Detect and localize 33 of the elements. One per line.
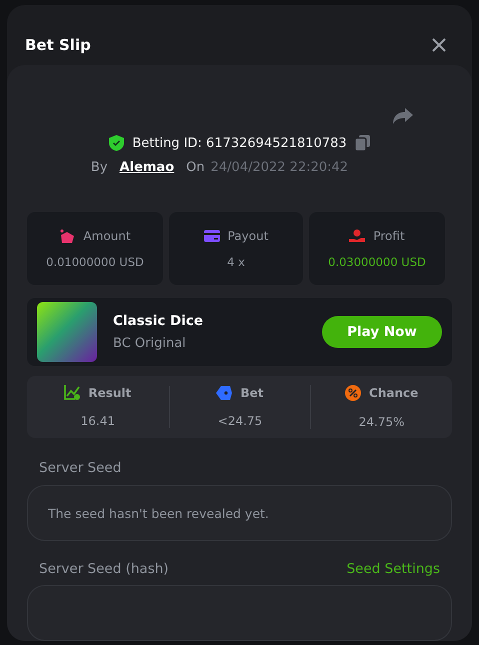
stat-label: Payout: [228, 228, 268, 242]
server-seed-text: The seed hasn't been revealed yet.: [48, 506, 269, 520]
stat-value: 0.01000000 USD: [46, 254, 144, 268]
close-icon[interactable]: [432, 38, 446, 52]
result-label: Result: [88, 386, 132, 400]
result-value: 16.41: [80, 414, 115, 428]
chart-check-icon: [64, 385, 80, 400]
result-value: 24.75%: [358, 414, 405, 429]
dialog-title: Bet Slip: [25, 36, 91, 54]
stat-label: Amount: [83, 228, 131, 242]
tag-icon: [216, 386, 232, 400]
game-thumbnail: [37, 302, 97, 362]
result-label: Bet: [240, 386, 264, 400]
card-icon: [204, 230, 220, 242]
server-seed-label: Server Seed: [39, 460, 122, 476]
result-label: Chance: [369, 386, 418, 400]
stat-value: 0.03000000 USD: [328, 254, 426, 268]
betting-id: Betting ID: 61732694521810783: [132, 136, 347, 150]
seed-settings-link[interactable]: Seed Settings: [346, 561, 440, 577]
shield-icon: [109, 135, 124, 151]
bet-date: 24/04/2022 22:20:42: [210, 160, 348, 175]
by-label: By: [90, 160, 108, 175]
game-provider: BC Original: [113, 336, 187, 351]
game-name: Classic Dice: [113, 312, 204, 329]
user-link[interactable]: Alemao: [120, 160, 174, 175]
on-label: On: [186, 160, 205, 175]
share-icon[interactable]: [392, 107, 414, 125]
stat-value: 4 x: [227, 254, 245, 268]
result-value: <24.75: [218, 414, 262, 428]
percent-icon: [345, 384, 362, 401]
stat-label: Profit: [373, 228, 405, 242]
server-seed-hash-label: Server Seed (hash): [39, 561, 169, 577]
copy-icon[interactable]: [354, 135, 370, 151]
